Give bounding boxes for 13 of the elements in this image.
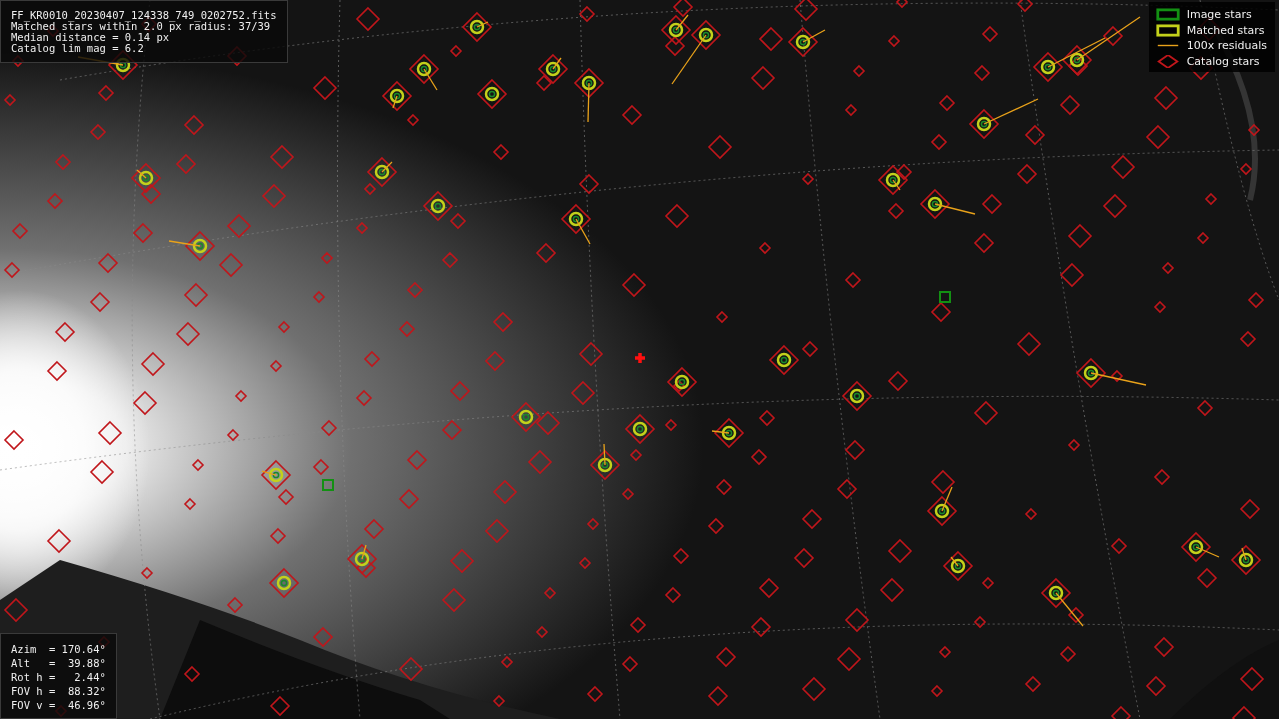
info-text: Catalog lim mag = 6.2 (11, 43, 145, 54)
legend-label: Image stars (1186, 8, 1252, 22)
pointing-text: Azim = 170.64° (11, 642, 106, 656)
info-text: Median distance = 0.14 px (11, 32, 170, 43)
legend-label: Catalog stars (1186, 54, 1260, 68)
legend-label: 100x residuals (1186, 39, 1267, 53)
pointing-text: FOV h = 88.32° (11, 684, 106, 698)
info-text: FF_KR0010_20230407_124338_749_0202752.fits (11, 10, 277, 21)
pointing-text: Alt = 39.88° (11, 656, 106, 670)
pointing-text: Rot h = 2.44° (11, 670, 106, 684)
info-text: Matched stars within 2.0 px radius: 37/39 (11, 21, 271, 32)
legend-label: Matched stars (1186, 23, 1265, 37)
pointing-text: FOV v = 46.96° (11, 698, 106, 712)
